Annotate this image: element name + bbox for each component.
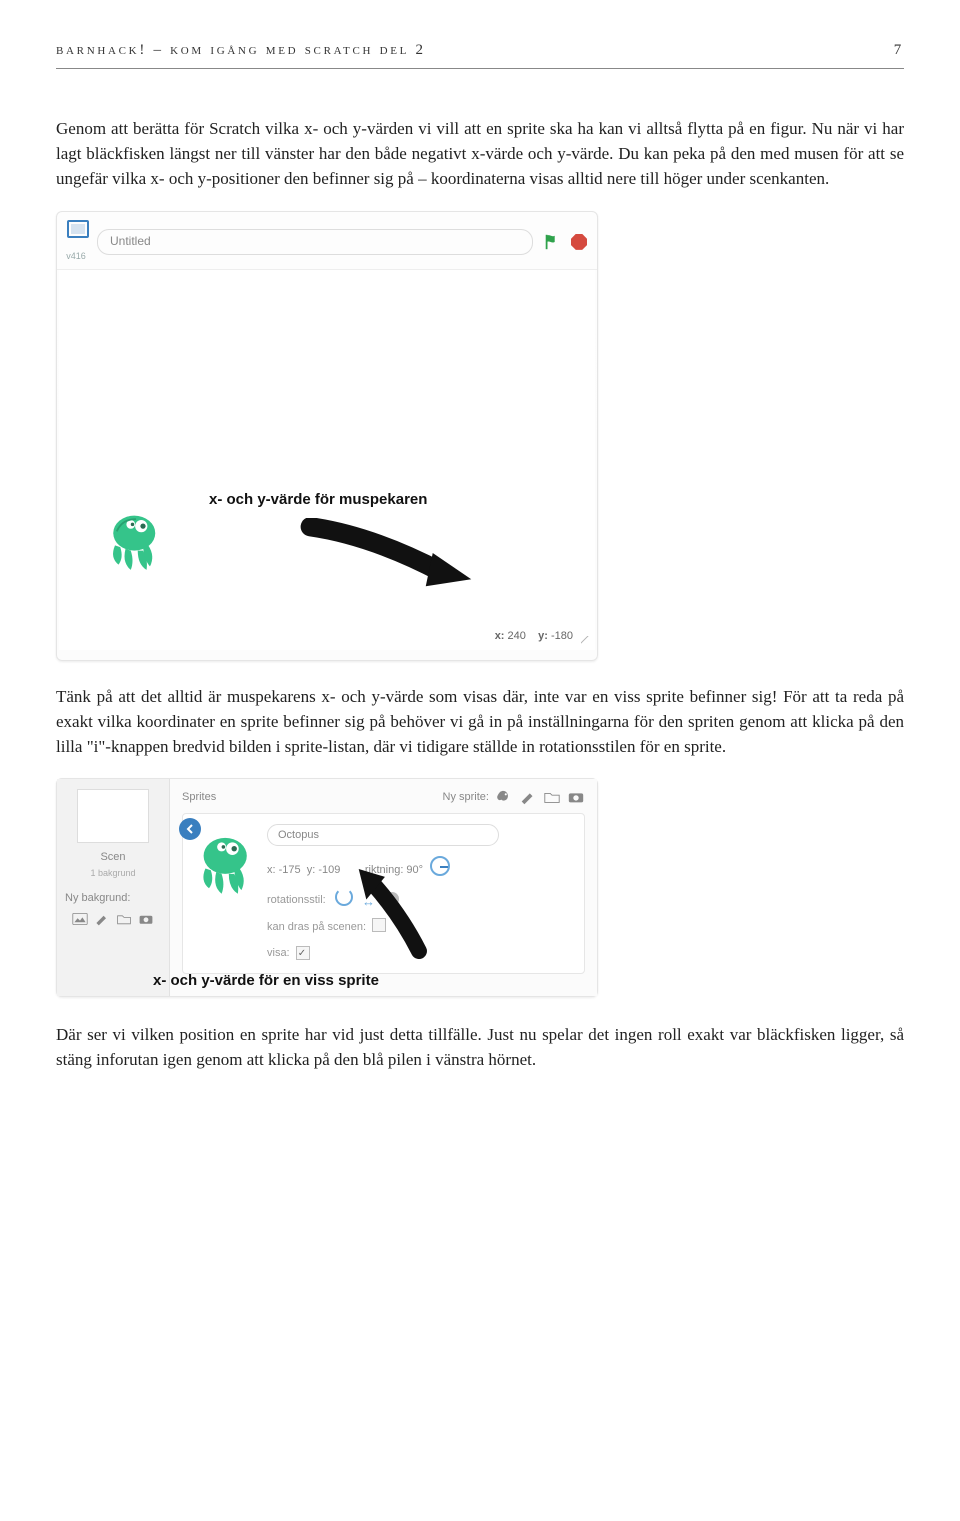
stop-icon[interactable] (571, 234, 587, 250)
direction-dial[interactable] (430, 856, 450, 876)
sprite-x: x: -175 (267, 864, 301, 876)
screenshot-stage: v416 Untitled x- och y-värde för muspeka… (56, 211, 598, 661)
paragraph-1: Genom att berätta för Scratch vilka x- o… (56, 117, 904, 191)
camera-sprite-icon[interactable] (567, 789, 585, 805)
new-sprite-label: Ny sprite: (443, 789, 489, 805)
sprites-label: Sprites (182, 789, 216, 805)
resize-grip-icon[interactable] (581, 636, 589, 644)
stage-sidebar: Scen 1 bakgrund Ny bakgrund: (57, 779, 170, 996)
upload-sprite-icon[interactable] (543, 789, 561, 805)
mouse-coordinates: x: 240 y: -180 (495, 628, 573, 644)
arrow-icon (299, 518, 479, 588)
octopus-sprite[interactable] (101, 510, 171, 572)
rotation-label: rotationsstil: (267, 894, 326, 906)
version-label: v416 (66, 250, 86, 263)
stage-thumbnail[interactable] (77, 789, 149, 843)
landscape-icon[interactable] (72, 912, 88, 926)
new-bg-label: Ny bakgrund: (65, 890, 161, 906)
header-title: barnhack! – kom igång med scratch del 2 (56, 40, 426, 62)
bakgrund-count: 1 bakgrund (65, 867, 161, 880)
project-title-input[interactable]: Untitled (97, 229, 533, 255)
show-checkbox[interactable] (296, 946, 310, 960)
annotation-1: x- och y-värde för muspekaren (209, 489, 427, 511)
sprite-name-input[interactable]: Octopus (267, 824, 499, 846)
scen-label: Scen (65, 849, 161, 865)
show-label: visa: (267, 947, 290, 959)
paint-icon[interactable] (94, 912, 110, 926)
paragraph-2: Tänk på att det alltid är muspekarens x-… (56, 685, 904, 759)
annotation-2: x- och y-värde för en viss sprite (153, 970, 379, 992)
sprite-y: y: -109 (307, 864, 341, 876)
fullscreen-icon[interactable]: v416 (67, 220, 89, 263)
camera-icon[interactable] (138, 912, 154, 926)
folder-icon[interactable] (116, 912, 132, 926)
stage-canvas[interactable]: x- och y-värde för muspekaren x: 240 y: … (59, 270, 595, 650)
screenshot-sprite-info: Scen 1 bakgrund Ny bakgrund: Sprites Ny … (56, 778, 598, 997)
green-flag-icon[interactable] (541, 231, 563, 253)
paint-sprite-icon[interactable] (519, 789, 537, 805)
choose-sprite-icon[interactable] (495, 789, 513, 805)
sprite-info-panel: Octopus x: -175 y: -109 riktning: 90° ro… (182, 813, 585, 974)
page-number: 7 (894, 40, 904, 62)
page-header: barnhack! – kom igång med scratch del 2 … (56, 40, 904, 69)
octopus-thumbnail[interactable] (191, 832, 263, 896)
paragraph-3: Där ser vi vilken position en sprite har… (56, 1023, 904, 1073)
